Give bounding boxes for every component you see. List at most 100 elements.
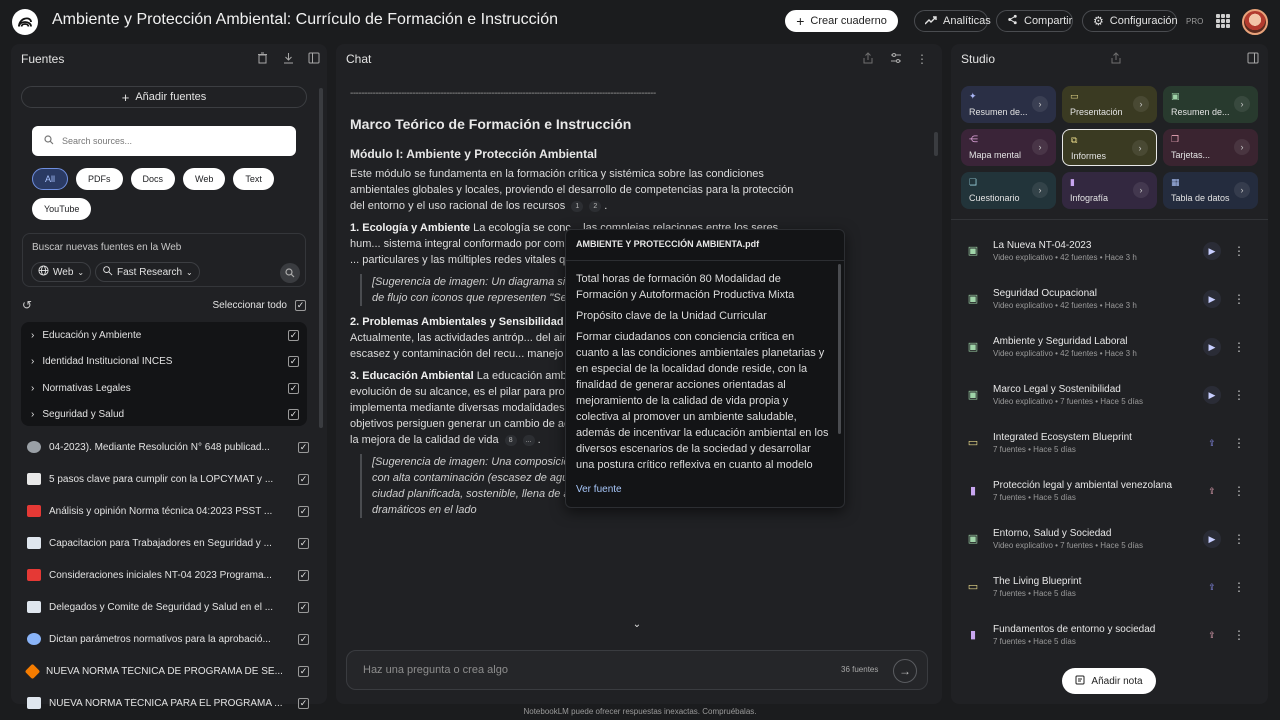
chevron-right-icon[interactable]: › [1234, 96, 1250, 112]
collapse-panel-icon[interactable] [307, 52, 321, 66]
web-source-dropdown[interactable]: Web ⌄ [31, 262, 92, 282]
export-icon[interactable] [861, 52, 875, 66]
mind-map-tile[interactable]: ⋲ Mapa mental › [961, 129, 1056, 166]
play-icon[interactable]: ▶ [1203, 530, 1221, 548]
chevron-right-icon[interactable]: › [1032, 96, 1048, 112]
more-vert-icon[interactable]: ⋮ [1233, 290, 1245, 308]
more-vert-icon[interactable]: ⋮ [1233, 434, 1245, 452]
data-table-tile[interactable]: ▦ Tabla de datos › [1163, 172, 1258, 209]
source-checkbox[interactable]: ✓ [298, 569, 309, 581]
analytics-button[interactable]: Analíticas [914, 10, 991, 32]
refresh-icon[interactable]: ↺ [22, 298, 32, 312]
send-arrow-icon[interactable]: → [893, 659, 917, 683]
source-item[interactable]: Consideraciones iniciales NT-04 2023 Pro… [27, 559, 309, 591]
trash-icon[interactable] [255, 52, 269, 66]
folder-item[interactable]: › Identidad Institucional INCES ✓ [21, 349, 307, 376]
studio-note-item[interactable]: ▭ The Living Blueprint 7 fuentes • Hace 5… [965, 563, 1261, 611]
share-out-icon[interactable]: ⇪ [1203, 434, 1221, 452]
filter-pdfs[interactable]: PDFs [76, 168, 123, 190]
chevron-right-icon[interactable]: › [1234, 139, 1250, 155]
folder-checkbox[interactable]: ✓ [288, 409, 299, 421]
folder-item[interactable]: › Normativas Legales ✓ [21, 375, 307, 402]
share-out-icon[interactable]: ⇪ [1203, 578, 1221, 596]
chevron-right-icon[interactable]: › [1133, 182, 1149, 198]
source-item[interactable]: Delegados y Comite de Seguridad y Salud … [27, 591, 309, 623]
share-out-icon[interactable]: ⇪ [1203, 482, 1221, 500]
more-vert-icon[interactable]: ⋮ [1233, 482, 1245, 500]
play-icon[interactable]: ▶ [1203, 386, 1221, 404]
source-checkbox[interactable]: ✓ [298, 505, 309, 517]
infographic-tile[interactable]: ▮ Infografía › [1062, 172, 1157, 209]
play-icon[interactable]: ▶ [1203, 290, 1221, 308]
collapse-panel-icon[interactable] [1246, 52, 1260, 66]
select-all-checkbox[interactable]: ✓ [295, 299, 306, 311]
view-source-link[interactable]: Ver fuente [576, 484, 622, 495]
studio-note-item[interactable]: ▣ La Nueva NT-04-2023 Video explicativo •… [965, 227, 1261, 275]
flashcards-tile[interactable]: ❐ Tarjetas... › [1163, 129, 1258, 166]
export-icon[interactable] [1109, 52, 1123, 66]
play-icon[interactable]: ▶ [1203, 338, 1221, 356]
source-item[interactable]: Análisis y opinión Norma técnica 04:2023… [27, 495, 309, 527]
apps-grid-icon[interactable] [1216, 14, 1230, 28]
tune-icon[interactable] [889, 52, 903, 66]
add-sources-button[interactable]: + Añadir fuentes [21, 86, 307, 108]
more-vert-icon[interactable]: ⋮ [1233, 338, 1245, 356]
presentation-tile[interactable]: ▭ Presentación › [1062, 86, 1157, 123]
chevron-right-icon[interactable]: › [1032, 182, 1048, 198]
chevron-right-icon[interactable]: › [1133, 96, 1149, 112]
chat-scrollbar[interactable] [934, 132, 938, 156]
notebook-title[interactable]: Ambiente y Protección Ambiental: Currícu… [52, 11, 558, 29]
research-mode-dropdown[interactable]: Fast Research ⌄ [95, 262, 200, 282]
web-search-go-icon[interactable] [280, 263, 300, 283]
studio-note-item[interactable]: ▮ Protección legal y ambiental venezolan… [965, 467, 1261, 515]
folder-checkbox[interactable]: ✓ [288, 356, 299, 368]
source-item[interactable]: NUEVA NORMA TÉCNICA DE PROGRAMA DE SE...… [24, 655, 309, 687]
studio-note-item[interactable]: ▣ Marco Legal y Sostenibilidad Video expl… [965, 371, 1261, 419]
notebooklm-logo[interactable] [12, 9, 38, 35]
folder-item[interactable]: › Seguridad y Salud ✓ [21, 402, 307, 429]
source-checkbox[interactable]: ✓ [298, 537, 309, 549]
avatar[interactable] [1242, 9, 1268, 35]
source-checkbox[interactable]: ✓ [298, 441, 309, 453]
filter-docs[interactable]: Docs [130, 168, 176, 190]
studio-note-item[interactable]: ▣ Seguridad Ocupacional Video explicativo… [965, 275, 1261, 323]
create-notebook-button[interactable]: + Crear cuaderno [785, 10, 898, 32]
folder-checkbox[interactable]: ✓ [288, 382, 299, 394]
source-item[interactable]: Capacitacion para Trabajadores en Seguri… [27, 527, 309, 559]
add-note-button[interactable]: Añadir nota [1062, 668, 1156, 694]
studio-note-item[interactable]: ▣ Ambiente y Seguridad Laboral Video expl… [965, 323, 1261, 371]
source-checkbox[interactable]: ✓ [298, 473, 309, 485]
source-item[interactable]: 04-2023). Mediante Resolución N° 648 pub… [27, 431, 309, 463]
studio-note-item[interactable]: ▣ Entorno, Salud y Sociedad Video explica… [965, 515, 1261, 563]
search-sources-input[interactable]: Search sources... [32, 126, 296, 156]
sources-scrollbar[interactable] [319, 88, 323, 428]
filter-youtube[interactable]: YouTube [32, 198, 92, 220]
more-vert-icon[interactable]: ⋮ [1233, 386, 1245, 404]
share-out-icon[interactable]: ⇪ [1203, 626, 1221, 644]
studio-note-item[interactable]: ▮ Fundamentos de entorno y sociedad 7 fue… [965, 611, 1261, 659]
citation-chip[interactable]: ... [522, 434, 535, 446]
chat-input[interactable]: Haz una pregunta o crea algo 36 fuentes … [346, 650, 928, 690]
source-checkbox[interactable]: ✓ [298, 601, 309, 613]
more-vert-icon[interactable]: ⋮ [1233, 530, 1245, 548]
play-icon[interactable]: ▶ [1203, 242, 1221, 260]
folder-item[interactable]: › Educación y Ambiente ✓ [21, 322, 307, 349]
scroll-down-icon[interactable]: ⌄ [630, 619, 644, 633]
reports-tile[interactable]: ⧉ Informes › [1062, 129, 1157, 166]
more-vert-icon[interactable]: ⋮ [1233, 626, 1245, 644]
chevron-right-icon[interactable]: › [1234, 182, 1250, 198]
video-overview-tile[interactable]: ▣ Resumen de... › [1163, 86, 1258, 123]
share-button[interactable]: Compartir [996, 10, 1073, 32]
filter-text[interactable]: Text [233, 168, 274, 190]
filter-all[interactable]: All [32, 168, 69, 190]
more-vert-icon[interactable]: ⋮ [915, 52, 929, 66]
chevron-right-icon[interactable]: › [1032, 139, 1048, 155]
download-icon[interactable] [281, 52, 295, 66]
citation-chip[interactable]: 2 [589, 200, 602, 212]
citation-chip[interactable]: 8 [504, 434, 517, 446]
quiz-tile[interactable]: ❏ Cuestionario › [961, 172, 1056, 209]
audio-overview-tile[interactable]: ✦ Resumen de... › [961, 86, 1056, 123]
more-vert-icon[interactable]: ⋮ [1233, 578, 1245, 596]
settings-button[interactable]: ⚙ Configuración [1082, 10, 1178, 32]
source-checkbox[interactable]: ✓ [298, 665, 309, 677]
